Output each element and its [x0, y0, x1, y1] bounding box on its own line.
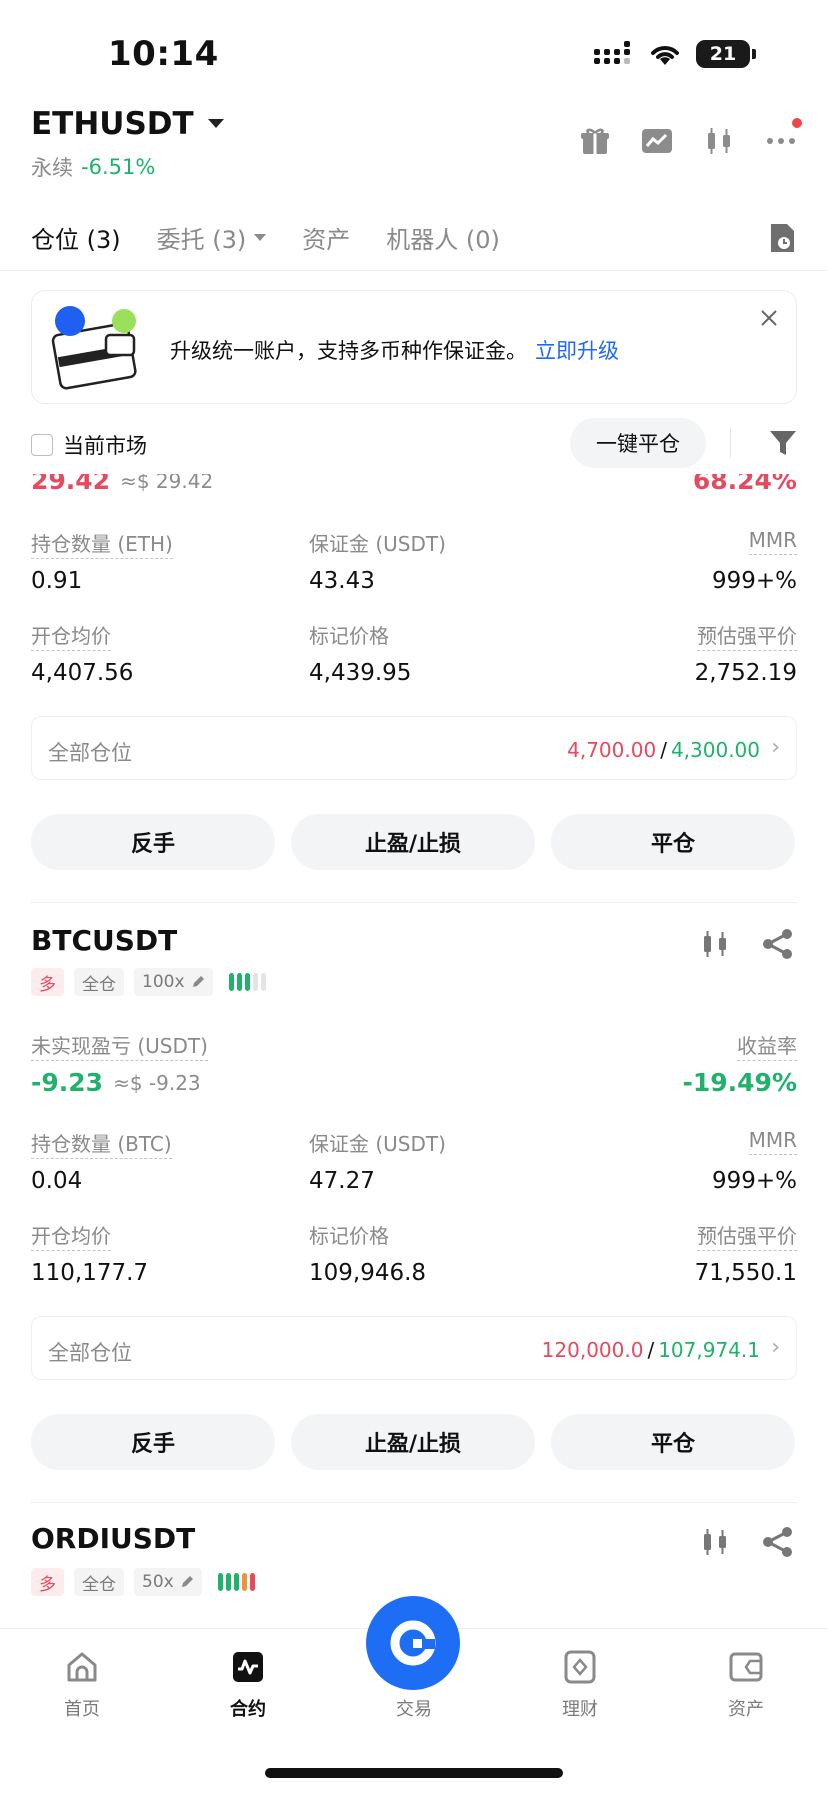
liq-value: 2,752.19 — [694, 660, 797, 686]
wallet-icon — [729, 1652, 763, 1682]
nav-futures-label: 合约 — [230, 1699, 266, 1720]
all-positions-label: 全部仓位 — [48, 1341, 132, 1365]
qty-label: 持仓数量 (BTC) — [31, 1132, 172, 1159]
liq-label: 预估强平价 — [697, 1224, 797, 1251]
mark-label: 标记价格 — [309, 1224, 389, 1248]
qty-value: 0.04 — [31, 1168, 83, 1194]
tpsl-values: 4,700.00 / 4,300.00 — [567, 738, 760, 762]
nav-earn-label: 理财 — [562, 1699, 598, 1720]
tpsl-button[interactable]: 止盈/止损 — [291, 1414, 535, 1470]
position-symbol: BTCUSDT — [31, 924, 178, 957]
pnl-label: 未实现盈亏 (USDT) — [31, 1034, 208, 1061]
all-positions-tpsl[interactable]: 全部仓位 4,700.00 / 4,300.00 › — [31, 716, 797, 780]
mark-label: 标记价格 — [309, 624, 389, 648]
tpsl-button[interactable]: 止盈/止损 — [291, 814, 535, 870]
divider — [31, 1502, 797, 1503]
stop-loss-value: 4,300.00 — [670, 738, 760, 762]
qty-value: 0.91 — [31, 568, 83, 594]
side-tag: 多 — [31, 968, 64, 996]
take-profit-value: 4,700.00 — [567, 738, 657, 762]
adl-indicator — [228, 973, 266, 991]
home-icon — [67, 1652, 97, 1682]
nav-home-label: 首页 — [64, 1699, 100, 1720]
share-icon[interactable] — [762, 1526, 794, 1558]
tpsl-values: 120,000.0 / 107,974.1 — [541, 1338, 760, 1362]
leverage-value: 50x — [142, 1572, 174, 1592]
margin-value: 43.43 — [309, 568, 375, 594]
position-symbol: ORDIUSDT — [31, 1522, 196, 1555]
adl-indicator — [217, 1573, 255, 1591]
nav-trade-label: 交易 — [396, 1699, 432, 1720]
candlestick-icon[interactable] — [700, 1526, 730, 1558]
liq-label: 预估强平价 — [697, 624, 797, 651]
entry-label: 开仓均价 — [31, 1224, 111, 1251]
margin-mode-tag: 全仓 — [74, 968, 124, 996]
edit-icon — [192, 976, 204, 987]
reverse-button[interactable]: 反手 — [31, 814, 275, 870]
divider — [31, 902, 797, 903]
nav-earn[interactable]: 理财 — [520, 1649, 640, 1721]
roi-label: 收益率 — [737, 1034, 797, 1061]
unrealized-pnl: -9.23 — [31, 1068, 104, 1097]
pnl-usd: ≈$ 29.42 — [120, 468, 214, 493]
reverse-button[interactable]: 反手 — [31, 1414, 275, 1470]
home-indicator — [265, 1768, 563, 1778]
margin-value: 47.27 — [309, 1168, 375, 1194]
liq-value: 71,550.1 — [694, 1260, 797, 1286]
mmr-label: MMR — [748, 528, 797, 555]
futures-icon — [233, 1652, 263, 1682]
trade-logo-icon — [390, 1620, 436, 1666]
close-position-button[interactable]: 平仓 — [551, 1414, 795, 1470]
stop-loss-value: 107,974.1 — [658, 1338, 760, 1362]
entry-value: 110,177.7 — [31, 1260, 149, 1286]
earn-icon — [564, 1650, 596, 1684]
margin-mode-tag: 全仓 — [74, 1568, 124, 1596]
chevron-right-icon: › — [771, 1335, 780, 1360]
side-tag: 多 — [31, 1568, 64, 1596]
all-positions-label: 全部仓位 — [48, 741, 132, 765]
mmr-value: 999+% — [711, 568, 797, 594]
share-icon[interactable] — [762, 928, 794, 960]
all-positions-tpsl[interactable]: 全部仓位 120,000.0 / 107,974.1 › — [31, 1316, 797, 1380]
position-card-eth: 29.42 ≈$ 29.42 68.24% 持仓数量 (ETH) 0.91 保证… — [0, 472, 828, 892]
mmr-label: MMR — [748, 1128, 797, 1155]
chevron-right-icon: › — [771, 735, 780, 760]
mark-value: 4,439.95 — [309, 660, 412, 686]
nav-home[interactable]: 首页 — [22, 1649, 142, 1721]
leverage-value: 100x — [142, 972, 185, 992]
qty-label: 持仓数量 (ETH) — [31, 532, 173, 559]
trade-center-button[interactable] — [366, 1596, 460, 1690]
entry-label: 开仓均价 — [31, 624, 111, 651]
entry-value: 4,407.56 — [31, 660, 134, 686]
margin-label: 保证金 (USDT) — [309, 1132, 446, 1156]
nav-futures[interactable]: 合约 — [188, 1649, 308, 1721]
mark-value: 109,946.8 — [309, 1260, 427, 1286]
edit-icon — [181, 1576, 193, 1587]
close-position-button[interactable]: 平仓 — [551, 814, 795, 870]
nav-assets-label: 资产 — [728, 1699, 764, 1720]
nav-assets[interactable]: 资产 — [686, 1649, 806, 1721]
roi: -19.49% — [682, 1068, 797, 1097]
candlestick-icon[interactable] — [700, 928, 730, 960]
position-card-btc: BTCUSDT 多 全仓 100x 未实现盈亏 (USDT) 收益率 -9.23… — [0, 918, 828, 1488]
leverage-tag[interactable]: 100x — [134, 968, 213, 996]
pnl-usd: ≈$ -9.23 — [113, 1070, 201, 1095]
margin-label: 保证金 (USDT) — [309, 532, 446, 556]
take-profit-value: 120,000.0 — [541, 1338, 644, 1362]
leverage-tag[interactable]: 50x — [134, 1568, 202, 1596]
mmr-value: 999+% — [711, 1168, 797, 1194]
